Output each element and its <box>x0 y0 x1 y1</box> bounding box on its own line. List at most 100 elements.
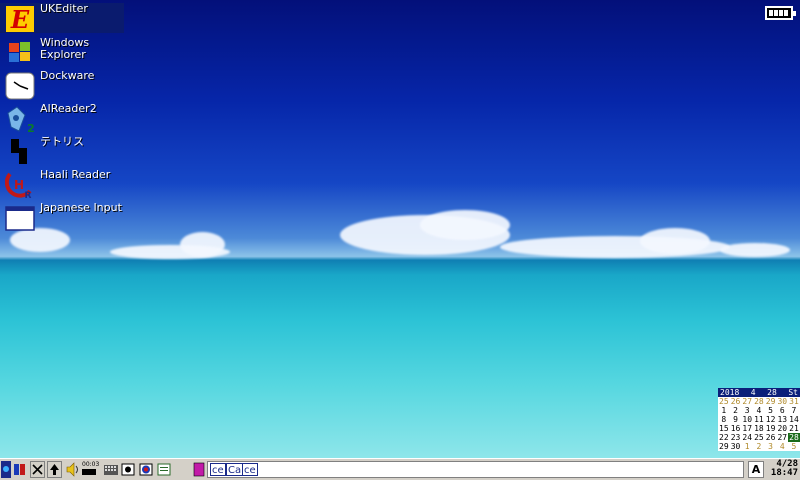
desktop-icon-windows-explorer[interactable]: Windows Explorer <box>0 37 124 67</box>
wallpaper-cloud <box>640 228 710 254</box>
calendar-day-cell[interactable]: 19 <box>765 424 777 433</box>
calendar-day-cell[interactable]: 2 <box>730 406 742 415</box>
task-button[interactable]: ce <box>210 463 226 476</box>
volume-button[interactable] <box>65 461 81 478</box>
desktop-icon-label: Windows Explorer <box>40 36 90 61</box>
desktop-icon-tetris[interactable]: テトリス <box>0 136 124 166</box>
svg-text:H: H <box>14 178 24 192</box>
taskbar-clock[interactable]: 4/28 18:47 <box>766 460 798 479</box>
desktop-icon-aireader2[interactable]: 2 AIReader2 <box>0 103 124 133</box>
calendar-day-cell[interactable]: 25 <box>718 397 730 406</box>
calendar-day-cell[interactable]: 30 <box>776 397 788 406</box>
calendar-day-cell[interactable]: 15 <box>718 424 730 433</box>
calendar-day-cell[interactable]: 20 <box>776 424 788 433</box>
calendar-day-cell[interactable]: 1 <box>741 442 753 451</box>
calendar-widget[interactable]: 2018 4 28 St 25 26 27 28 29 30 31 1 2 3 4 5 6 7 8 9 10 11… <box>718 388 800 451</box>
app-button[interactable] <box>138 461 154 478</box>
battery-cell <box>784 10 788 16</box>
globe-icon <box>139 463 153 476</box>
calendar-day-cell[interactable]: 1 <box>718 406 730 415</box>
desktop-icon-label: テトリス <box>40 135 84 148</box>
battery-cell <box>769 10 773 16</box>
calendar-day-cell[interactable]: 21 <box>788 424 800 433</box>
book-icon <box>14 464 25 475</box>
desktop-icon-japanese-input[interactable]: Japanese Input <box>0 202 124 232</box>
calendar-day-cell[interactable]: 13 <box>776 415 788 424</box>
calendar-day-cell[interactable]: 4 <box>753 406 765 415</box>
notes-icon <box>157 463 171 476</box>
active-app-button[interactable] <box>193 461 205 478</box>
calendar-day-cell[interactable]: 30 <box>730 442 742 451</box>
volume-readout[interactable]: 00:03 <box>82 461 102 478</box>
taskbar: 00:03 ce Ca ce A 4/28 18:47 <box>0 458 800 480</box>
up-arrow-icon <box>50 464 59 475</box>
calendar-day-cell[interactable]: 26 <box>730 397 742 406</box>
calendar-week-row: 1234567 <box>718 406 800 415</box>
desktop-icon-haali-reader[interactable]: H R Haali Reader <box>0 169 124 199</box>
calendar-day-cell[interactable]: 3 <box>765 442 777 451</box>
input-mode-button[interactable]: A <box>748 461 764 478</box>
desktop-icon-ukediter[interactable]: E UKEditer <box>0 3 124 33</box>
task-button[interactable]: Ca <box>226 463 244 476</box>
calendar-day-cell[interactable]: 27 <box>741 397 753 406</box>
close-button[interactable] <box>30 461 45 478</box>
calendar-day-cell[interactable]: 5 <box>788 442 800 451</box>
desktop-icon-label: AIReader2 <box>40 102 97 115</box>
wallpaper-cloud <box>720 243 790 257</box>
battery-cell <box>779 10 783 16</box>
calendar-day-cell[interactable]: 29 <box>765 397 777 406</box>
clock-time: 18:47 <box>770 468 798 478</box>
calendar-day-cell[interactable]: 28 <box>788 433 800 442</box>
calendar-day-cell[interactable]: 22 <box>718 433 730 442</box>
calendar-day: 28 <box>767 388 777 397</box>
tray-book-button[interactable] <box>12 461 28 478</box>
calendar-day-cell[interactable]: 2 <box>753 442 765 451</box>
calendar-day-cell[interactable]: 17 <box>741 424 753 433</box>
screenshot-button[interactable] <box>120 461 136 478</box>
calendar-day-cell[interactable]: 25 <box>753 433 765 442</box>
calendar-day-cell[interactable]: 12 <box>765 415 777 424</box>
notes-button[interactable] <box>156 461 172 478</box>
calendar-day-cell[interactable]: 4 <box>776 442 788 451</box>
haali-reader-icon: H R <box>5 172 32 199</box>
calendar-year: 2018 <box>720 388 740 397</box>
battery-icon[interactable] <box>765 6 796 20</box>
desktop-icon-label: UKEditer <box>40 2 88 15</box>
calendar-day-cell[interactable]: 8 <box>718 415 730 424</box>
task-button[interactable]: ce <box>242 463 258 476</box>
calendar-day-cell[interactable]: 26 <box>765 433 777 442</box>
desktop-wallpaper: E UKEditer Windows Explorer Dockware 2 A… <box>0 0 800 458</box>
start-icon <box>3 466 9 472</box>
up-button[interactable] <box>47 461 62 478</box>
desktop-icon-label: Dockware <box>40 69 95 82</box>
wallpaper-cloud <box>110 245 230 259</box>
calendar-day-cell[interactable]: 31 <box>788 397 800 406</box>
calendar-day-cell[interactable]: 28 <box>753 397 765 406</box>
battery-mini-icon <box>82 469 96 475</box>
calendar-day-cell[interactable]: 3 <box>741 406 753 415</box>
start-button[interactable] <box>1 461 11 478</box>
desktop-icon-label: Japanese Input <box>40 201 122 214</box>
calendar-day-cell[interactable]: 29 <box>718 442 730 451</box>
calendar-week-row: 29 30 1 2 3 4 5 <box>718 442 800 451</box>
calendar-day-cell[interactable]: 11 <box>753 415 765 424</box>
calendar-day-cell[interactable]: 24 <box>741 433 753 442</box>
calendar-week-row: 15 16 17 18 19 20 21 <box>718 424 800 433</box>
calendar-day-cell[interactable]: 5 <box>765 406 777 415</box>
speaker-icon <box>66 462 78 477</box>
calendar-day-cell[interactable]: 23 <box>730 433 742 442</box>
calendar-day-cell[interactable]: 16 <box>730 424 742 433</box>
calendar-day-cell[interactable]: 14 <box>788 415 800 424</box>
calendar-day-cell[interactable]: 10 <box>741 415 753 424</box>
keyboard-icon <box>104 465 118 475</box>
app-icon <box>193 462 205 477</box>
desktop-icon-dockware[interactable]: Dockware <box>0 70 124 100</box>
keyboard-button[interactable] <box>103 461 119 478</box>
calendar-day-cell[interactable]: 27 <box>776 433 788 442</box>
calendar-day-cell[interactable]: 9 <box>730 415 742 424</box>
calendar-day-cell[interactable]: 18 <box>753 424 765 433</box>
calendar-day-cell[interactable]: 6 <box>776 406 788 415</box>
tetris-icon <box>11 139 27 164</box>
window-icon <box>5 206 35 231</box>
calendar-day-cell[interactable]: 7 <box>788 406 800 415</box>
